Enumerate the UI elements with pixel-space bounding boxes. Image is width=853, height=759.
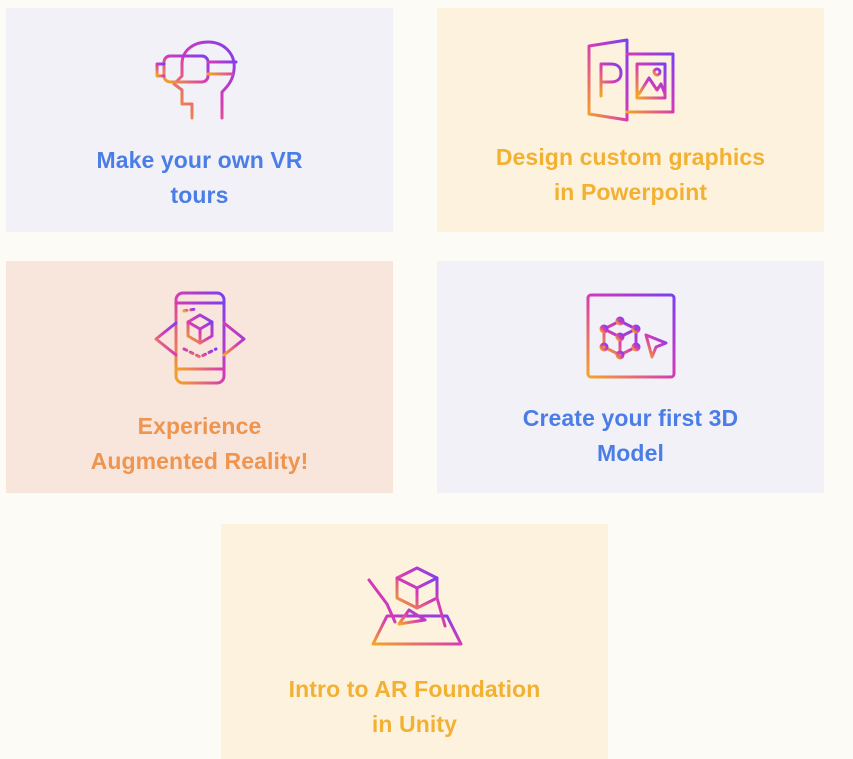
powerpoint-icon <box>587 38 674 122</box>
course-card-powerpoint-graphics[interactable]: Design custom graphics in Powerpoint <box>437 8 824 232</box>
course-title: Make your own VR tours <box>96 147 303 208</box>
unity-ar-foundation-icon <box>367 566 462 646</box>
course-title: Create your first 3D Model <box>522 405 739 466</box>
course-title: Design custom graphics in Powerpoint <box>495 144 766 205</box>
augmented-reality-phone-icon <box>154 291 245 385</box>
vr-headset-icon <box>155 40 237 120</box>
course-card-ar-foundation-unity[interactable]: Intro to AR Foundation in Unity <box>221 524 608 759</box>
course-card-augmented-reality[interactable]: Experience Augmented Reality! <box>6 261 393 493</box>
course-card-vr-tours[interactable]: Make your own VR tours <box>6 8 393 232</box>
3d-model-window-icon <box>586 293 675 379</box>
course-card-3d-model[interactable]: Create your first 3D Model <box>437 261 824 493</box>
course-title: Experience Augmented Reality! <box>90 413 309 474</box>
course-title: Intro to AR Foundation in Unity <box>288 676 541 737</box>
